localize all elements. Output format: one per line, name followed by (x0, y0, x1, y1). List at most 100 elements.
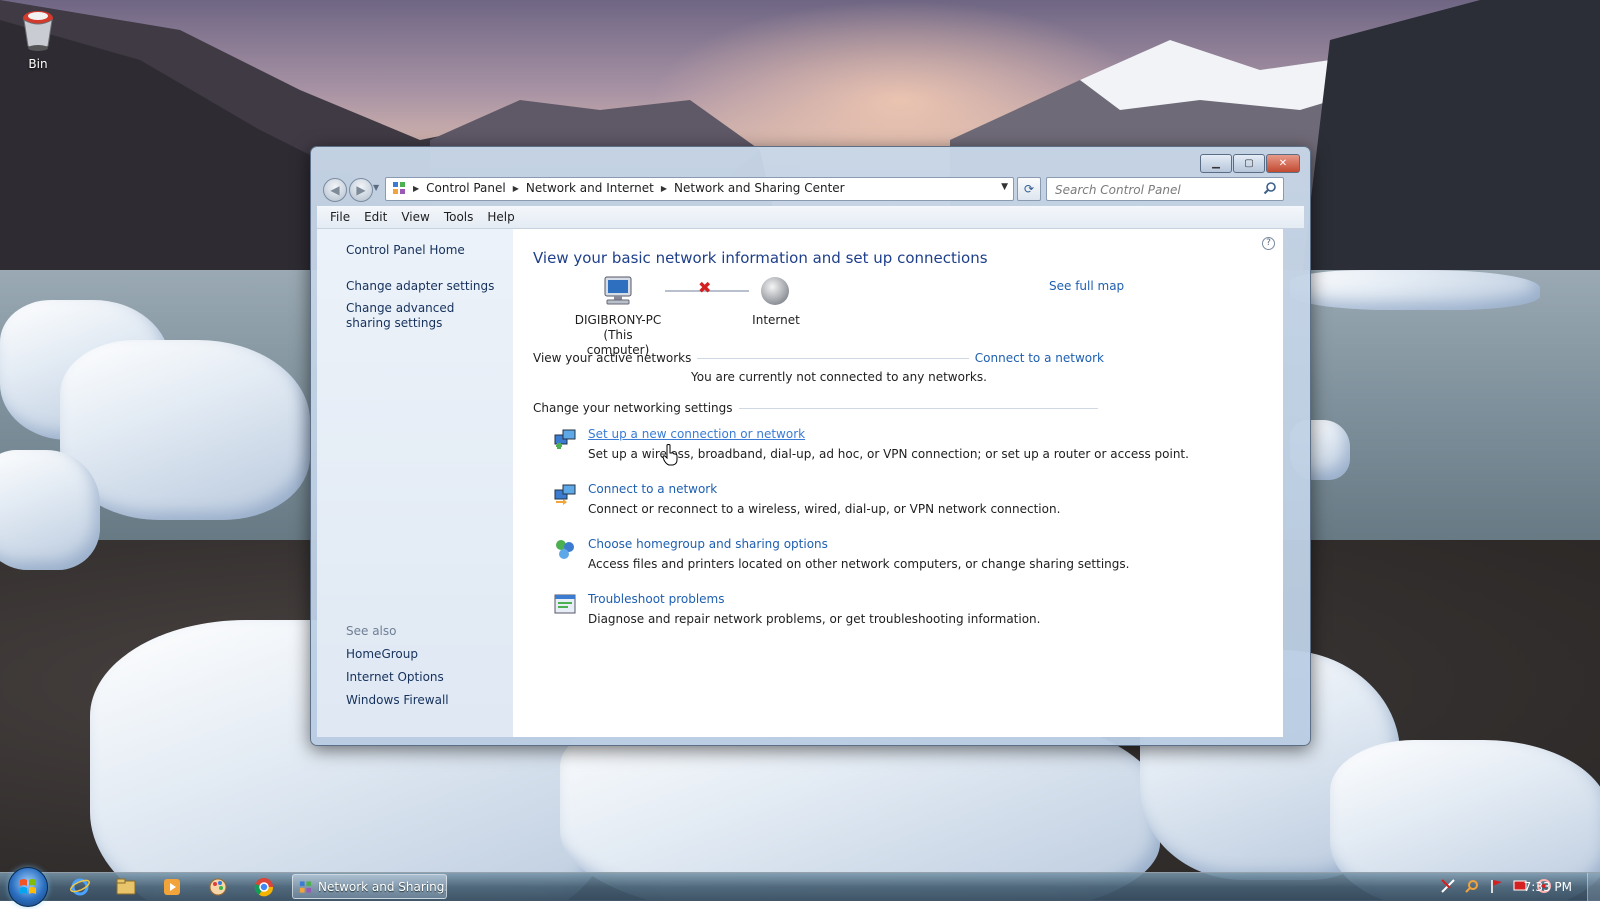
taskbar-internet-explorer[interactable] (66, 876, 94, 898)
window-controls: ▁ ▢ ✕ (1200, 154, 1300, 173)
networking-settings-header: Change your networking settings (533, 401, 1104, 415)
paint-icon (209, 878, 227, 896)
search-icon[interactable] (1263, 181, 1277, 195)
active-networks-header: View your active networks Connect to a n… (533, 351, 1104, 365)
search-box[interactable] (1046, 177, 1284, 201)
section-divider (738, 407, 1098, 409)
recent-pages-dropdown[interactable]: ▼ (373, 183, 379, 192)
breadcrumb-separator[interactable]: ▶ (513, 184, 519, 193)
internet-label: Internet (752, 313, 800, 327)
search-tray-icon[interactable] (1464, 878, 1480, 894)
sidebar-item-change-adapter-settings[interactable]: Change adapter settings (346, 279, 494, 294)
show-desktop-button[interactable] (1587, 873, 1600, 901)
taskbar-paint[interactable] (204, 876, 232, 898)
forward-button[interactable]: ▶ (349, 178, 373, 202)
back-button[interactable]: ◀ (323, 178, 347, 202)
menu-view[interactable]: View (394, 210, 436, 224)
section-divider (697, 357, 969, 359)
back-arrow-icon: ◀ (330, 183, 340, 197)
control-panel-icon (393, 182, 405, 194)
breadcrumb-network-sharing-center[interactable]: Network and Sharing Center (674, 181, 845, 195)
sidebar-item-control-panel-home[interactable]: Control Panel Home (346, 243, 465, 258)
troubleshoot-desc: Diagnose and repair network problems, or… (588, 612, 1041, 626)
taskbar-task-label: Network and Sharing... (318, 879, 446, 894)
see-also-heading: See also (346, 624, 397, 638)
homegroup-sharing-link[interactable]: Choose homegroup and sharing options (588, 537, 828, 551)
main-content: ? View your basic network information an… (513, 229, 1283, 737)
close-button[interactable]: ✕ (1266, 154, 1300, 173)
computer-icon[interactable] (601, 275, 635, 307)
taskbar: Network and Sharing... 7:33 PM (0, 867, 1600, 907)
forward-arrow-icon: ▶ (356, 183, 366, 197)
connection-status-text: You are currently not connected to any n… (691, 370, 987, 384)
sidebar-item-change-advanced-sharing-settings[interactable]: Change advanced sharing settings (346, 301, 496, 331)
setup-new-connection-link[interactable]: Set up a new connection or network (588, 427, 805, 441)
menu-edit[interactable]: Edit (357, 210, 394, 224)
breadcrumb-control-panel[interactable]: Control Panel (426, 181, 506, 195)
breadcrumb-network-internet[interactable]: Network and Internet (526, 181, 654, 195)
breadcrumb: ▶ Control Panel ▶ Network and Internet ▶… (392, 181, 845, 195)
troubleshoot-link[interactable]: Troubleshoot problems (588, 592, 724, 606)
taskbar-active-network-window[interactable]: Network and Sharing... (292, 874, 447, 899)
taskbar-clock[interactable]: 7:33 PM (1524, 880, 1572, 894)
taskbar-file-explorer[interactable] (112, 876, 140, 898)
explorer-folder-icon (116, 878, 136, 895)
maximize-button[interactable]: ▢ (1233, 154, 1265, 173)
windows-logo-icon (20, 879, 36, 894)
sidebar-item-homegroup[interactable]: HomeGroup (346, 647, 418, 662)
start-button[interactable] (8, 867, 48, 907)
minimize-icon: ▁ (1212, 158, 1220, 169)
connect-to-network-desc: Connect or reconnect to a wireless, wire… (588, 502, 1061, 516)
search-input[interactable] (1053, 180, 1257, 200)
control-panel-icon (299, 880, 312, 893)
connect-to-network-task-link[interactable]: Connect to a network (588, 482, 717, 496)
breadcrumb-separator[interactable]: ▶ (413, 184, 419, 193)
ice-chunk (0, 450, 100, 570)
menu-file[interactable]: File (323, 210, 357, 224)
menu-help[interactable]: Help (480, 210, 521, 224)
refresh-icon: ⟳ (1023, 182, 1035, 196)
navigation-bar: ◀ ▶ ▼ ▶ Control Panel ▶ Network and Inte… (319, 177, 1302, 202)
help-icon[interactable]: ? (1262, 237, 1275, 250)
address-bar[interactable]: ▶ Control Panel ▶ Network and Internet ▶… (385, 177, 1014, 201)
homegroup-sharing-desc: Access files and printers located on oth… (588, 557, 1130, 571)
ice-chunk (1290, 270, 1540, 310)
flag-icon[interactable] (1488, 878, 1504, 894)
taskbar-chrome[interactable] (250, 876, 278, 898)
troubleshoot-icon (554, 594, 576, 614)
disconnected-x-icon[interactable]: ✖ (698, 278, 711, 297)
internet-explorer-icon (70, 878, 90, 896)
hand-cursor-icon (662, 444, 678, 466)
maximize-icon: ▢ (1244, 158, 1254, 169)
media-player-icon (164, 879, 180, 895)
sidebar: Control Panel Home Change adapter settin… (317, 229, 513, 737)
new-connection-icon (554, 429, 576, 449)
menu-bar: File Edit View Tools Help (317, 206, 1304, 229)
desktop-icon-label: Bin (28, 57, 48, 71)
setup-new-connection-desc: Set up a wireless, broadband, dial-up, a… (588, 447, 1189, 461)
sidebar-item-internet-options[interactable]: Internet Options (346, 670, 444, 685)
sidebar-item-windows-firewall[interactable]: Windows Firewall (346, 693, 449, 708)
menu-tools[interactable]: Tools (437, 210, 481, 224)
desktop-icon-bin[interactable]: Bin (10, 6, 66, 71)
network-sharing-center-window: ▁ ▢ ✕ ◀ ▶ ▼ ▶ Control Panel ▶ Network an… (310, 146, 1311, 746)
chrome-icon (254, 878, 274, 897)
networking-settings-title: Change your networking settings (533, 401, 733, 415)
connect-network-icon (554, 484, 576, 505)
recycle-bin-icon (23, 11, 53, 51)
computer-name: DIGIBRONY-PC (574, 313, 662, 327)
active-networks-title: View your active networks (533, 351, 692, 365)
refresh-button[interactable]: ⟳ (1017, 177, 1041, 201)
action-center-icon[interactable] (1440, 878, 1456, 894)
see-full-map-link[interactable]: See full map (1049, 279, 1124, 293)
close-icon: ✕ (1278, 158, 1288, 169)
internet-globe-icon[interactable] (759, 275, 791, 307)
breadcrumb-separator[interactable]: ▶ (661, 184, 667, 193)
network-map: ✖ DIGIBRONY-PC (This computer) Internet (573, 275, 803, 357)
address-dropdown-icon[interactable]: ▼ (1001, 182, 1008, 192)
minimize-button[interactable]: ▁ (1200, 154, 1232, 173)
taskbar-media-player[interactable] (158, 876, 186, 898)
connect-to-network-link[interactable]: Connect to a network (975, 351, 1104, 365)
page-title: View your basic network information and … (533, 249, 988, 267)
homegroup-icon (556, 540, 574, 559)
